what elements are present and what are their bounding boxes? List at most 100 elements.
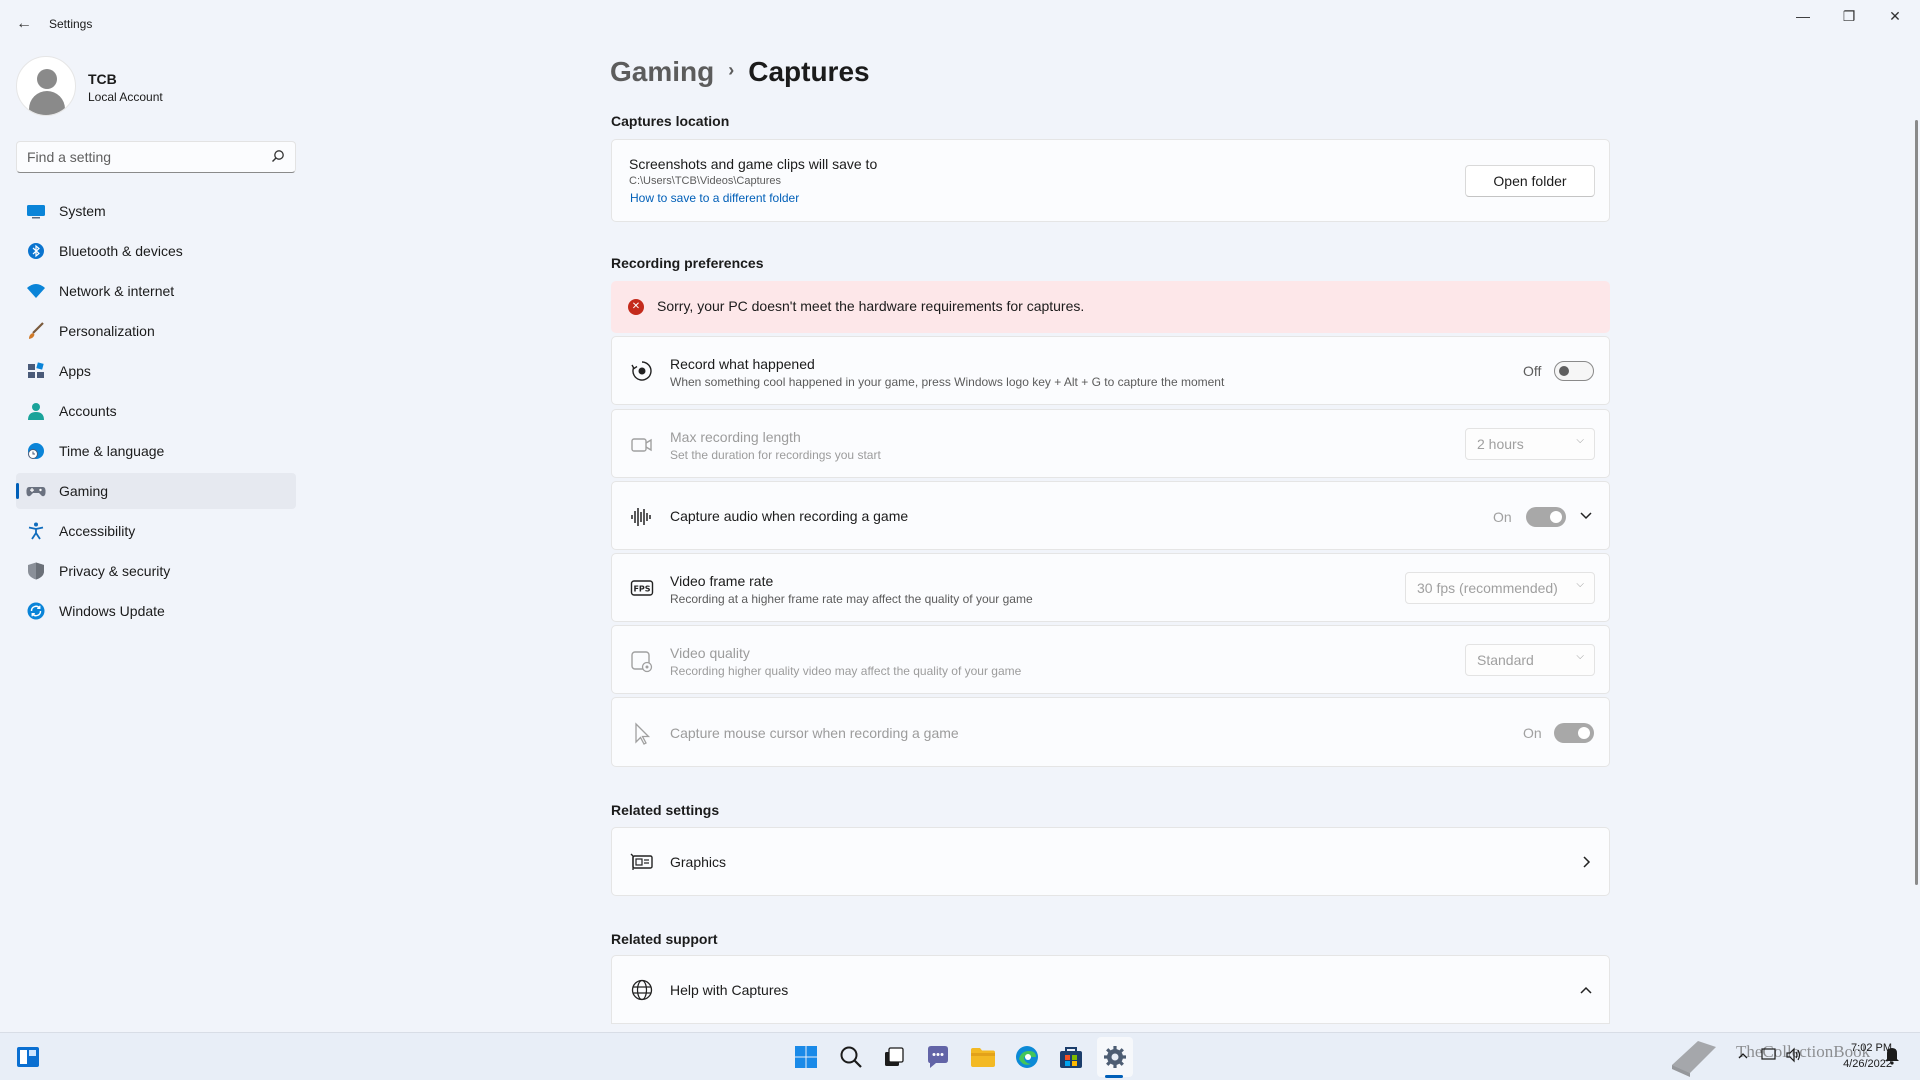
- title-bar: ← Settings — ❐ ✕: [0, 0, 1920, 48]
- globe-clock-icon: [28, 443, 44, 459]
- network-icon[interactable]: [1761, 1047, 1779, 1063]
- volume-icon[interactable]: [1785, 1047, 1803, 1063]
- video-frame-rate-dropdown[interactable]: 30 fps (recommended) ⌵: [1405, 572, 1595, 604]
- bluetooth-icon: [28, 243, 44, 259]
- video-quality-desc: Recording higher quality video may affec…: [670, 664, 1022, 678]
- video-frame-rate-title: Video frame rate: [670, 573, 774, 589]
- store-icon[interactable]: [1057, 1043, 1085, 1071]
- capture-audio-card[interactable]: Capture audio when recording a game On: [611, 481, 1610, 550]
- help-with-captures-title: Help with Captures: [670, 982, 789, 998]
- max-recording-length-dropdown[interactable]: 2 hours ⌵: [1465, 428, 1595, 460]
- minimize-button[interactable]: —: [1780, 6, 1826, 26]
- video-quality-card: Video quality Recording higher quality v…: [611, 625, 1610, 694]
- max-recording-length-desc: Set the duration for recordings you star…: [670, 448, 881, 462]
- back-button[interactable]: ←: [10, 12, 38, 36]
- video-quality-title: Video quality: [670, 645, 750, 661]
- search-icon[interactable]: [271, 149, 285, 163]
- chevron-down-icon[interactable]: [1579, 510, 1593, 522]
- capture-mouse-cursor-toggle[interactable]: [1554, 723, 1594, 743]
- dropdown-value: 2 hours: [1477, 436, 1524, 452]
- profile-name: TCB: [88, 71, 117, 87]
- widgets-icon[interactable]: [14, 1043, 42, 1071]
- sidebar-item-windows-update[interactable]: Windows Update: [16, 593, 296, 629]
- search-input[interactable]: [27, 147, 257, 167]
- sidebar-item-system[interactable]: System: [16, 193, 296, 229]
- toggle-state-label: Off: [1523, 363, 1542, 379]
- sidebar-item-label: Windows Update: [59, 603, 165, 619]
- help-with-captures-card[interactable]: Help with Captures: [611, 955, 1610, 1024]
- maximize-button[interactable]: ❐: [1826, 6, 1872, 26]
- sidebar-item-label: Bluetooth & devices: [59, 243, 183, 259]
- sidebar-item-label: System: [59, 203, 106, 219]
- record-icon: [631, 361, 652, 381]
- profile[interactable]: TCB Local Account: [16, 56, 296, 116]
- chevron-down-icon: ⌵: [1576, 435, 1584, 446]
- capture-audio-toggle[interactable]: [1526, 507, 1566, 527]
- app-title: Settings: [49, 17, 93, 31]
- capture-mouse-cursor-title: Capture mouse cursor when recording a ga…: [670, 725, 959, 741]
- sidebar-item-personalization[interactable]: Personalization: [16, 313, 296, 349]
- task-view-icon[interactable]: [880, 1043, 908, 1071]
- book-watermark-icon: [1672, 1041, 1716, 1077]
- sidebar-item-label: Gaming: [59, 483, 109, 499]
- chevron-up-icon[interactable]: [1579, 984, 1593, 996]
- audio-waveform-icon: [631, 508, 651, 526]
- breadcrumb-gaming[interactable]: Gaming: [610, 56, 714, 87]
- sidebar-item-label: Accessibility: [59, 523, 136, 539]
- clock-date[interactable]: 4/26/2022: [1816, 1058, 1892, 1070]
- chevron-down-icon: ⌵: [1576, 651, 1584, 662]
- sidebar-item-label: Apps: [59, 363, 91, 379]
- breadcrumb: Gaming › Captures: [610, 56, 870, 96]
- captures-path: C:\Users\TCB\Videos\Captures: [629, 175, 782, 187]
- svg-text:FPS: FPS: [633, 585, 650, 594]
- notification-bell-icon[interactable]: [1884, 1045, 1900, 1065]
- error-icon: ✕: [628, 299, 644, 315]
- open-folder-button[interactable]: Open folder: [1465, 165, 1595, 197]
- sidebar-item-accounts[interactable]: Accounts: [16, 393, 296, 429]
- video-quality-dropdown[interactable]: Standard ⌵: [1465, 644, 1595, 676]
- captures-location-title: Screenshots and game clips will save to: [629, 156, 878, 172]
- dropdown-value: Standard: [1477, 652, 1534, 668]
- toggle-state-label: On: [1523, 725, 1542, 741]
- search-box[interactable]: [16, 141, 296, 173]
- edge-icon[interactable]: [1013, 1043, 1041, 1071]
- chat-icon[interactable]: [924, 1043, 952, 1071]
- section-related-settings: Related settings: [611, 802, 720, 818]
- sidebar-item-gaming[interactable]: Gaming: [16, 473, 296, 509]
- sidebar-item-accessibility[interactable]: Accessibility: [16, 513, 296, 549]
- profile-account-type: Local Account: [88, 90, 163, 104]
- sidebar-item-time-language[interactable]: Time & language: [16, 433, 296, 469]
- file-explorer-icon[interactable]: [969, 1043, 997, 1071]
- sidebar-item-label: Time & language: [59, 443, 165, 459]
- section-recording-preferences: Recording preferences: [611, 255, 764, 271]
- toggle-state-label: On: [1493, 509, 1512, 525]
- video-camera-icon: [631, 438, 652, 452]
- sidebar-item-network[interactable]: Network & internet: [16, 273, 296, 309]
- search-icon[interactable]: [837, 1043, 865, 1071]
- settings-gear-icon[interactable]: [1101, 1043, 1129, 1071]
- update-icon: [27, 602, 45, 620]
- brush-icon: [29, 322, 44, 339]
- max-recording-length-card: Max recording length Set the duration fo…: [611, 409, 1610, 478]
- start-icon[interactable]: [792, 1043, 820, 1071]
- record-what-happened-card: Record what happened When something cool…: [611, 336, 1610, 405]
- sidebar-item-label: Network & internet: [59, 283, 175, 299]
- clock-time[interactable]: 7:02 PM: [1832, 1042, 1892, 1054]
- chevron-up-icon[interactable]: [1737, 1051, 1749, 1061]
- chevron-down-icon: ⌵: [1576, 579, 1584, 590]
- graphics-card-icon: [630, 853, 653, 870]
- sidebar-item-privacy-security[interactable]: Privacy & security: [16, 553, 296, 589]
- record-what-happened-toggle[interactable]: [1554, 361, 1594, 381]
- graphics-card[interactable]: Graphics: [611, 827, 1610, 896]
- sidebar-item-apps[interactable]: Apps: [16, 353, 296, 389]
- hardware-error-banner: ✕ Sorry, your PC doesn't meet the hardwa…: [611, 281, 1610, 333]
- sidebar-item-bluetooth[interactable]: Bluetooth & devices: [16, 233, 296, 269]
- sidebar-item-label: Privacy & security: [59, 563, 171, 579]
- person-icon: [28, 403, 44, 420]
- capture-mouse-cursor-card: Capture mouse cursor when recording a ga…: [611, 697, 1610, 767]
- close-button[interactable]: ✕: [1872, 6, 1918, 26]
- system-icon: [27, 205, 45, 219]
- taskbar: TheCollectionBook 7:02 PM 4/26/2022: [0, 1032, 1920, 1080]
- different-folder-link[interactable]: How to save to a different folder: [630, 191, 799, 205]
- scrollbar[interactable]: [1915, 120, 1918, 885]
